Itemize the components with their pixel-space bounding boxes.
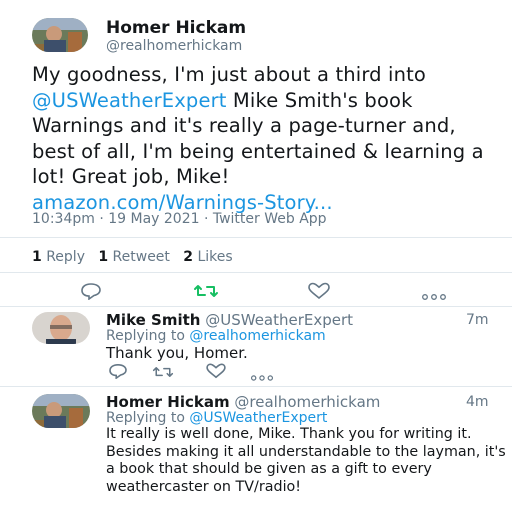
likes-label[interactable]: Likes [197, 249, 232, 265]
likes-count[interactable]: 2 [183, 249, 193, 265]
reply-1-replying-to: Replying to @realhomerhickam [106, 328, 326, 344]
divider-3 [0, 306, 512, 307]
reply-2-replying-handle[interactable]: @USWeatherExpert [189, 410, 327, 426]
avatar-reply-2[interactable] [32, 394, 90, 428]
main-tweet-mention[interactable]: @USWeatherExpert [32, 89, 227, 112]
reply-2-header: Homer Hickam @realhomerhickam [106, 393, 380, 411]
reply-1-text: Thank you, Homer. [106, 344, 248, 362]
reply-1-header: Mike Smith @USWeatherExpert [106, 311, 353, 329]
divider-2 [0, 272, 512, 273]
like-icon[interactable] [307, 282, 331, 304]
avatar-reply-1[interactable] [32, 312, 90, 344]
reply-2-text: It really is well done, Mike. Thank you … [106, 426, 506, 495]
reply-1-author-handle[interactable]: @USWeatherExpert [205, 311, 353, 329]
avatar-main[interactable] [32, 18, 88, 52]
reply-count[interactable]: 1 [32, 249, 42, 265]
main-tweet-text: My goodness, I'm just about a third into… [32, 62, 502, 215]
main-tweet-text-before: My goodness, I'm just about a third into [32, 63, 426, 86]
divider-4 [0, 386, 512, 387]
reply-1-more-icon[interactable] [250, 367, 274, 386]
reply-1-like-icon[interactable] [205, 363, 227, 383]
reply-1-author-name[interactable]: Mike Smith [106, 311, 200, 329]
main-author-handle[interactable]: @realhomerhickam [106, 38, 242, 54]
reply-1-replying-handle[interactable]: @realhomerhickam [189, 328, 325, 344]
reply-icon[interactable] [80, 282, 102, 304]
reply-2-time[interactable]: 4m [466, 394, 489, 410]
reply-2-replying-to: Replying to @USWeatherExpert [106, 410, 327, 426]
reply-1-replying-label: Replying to [106, 328, 185, 344]
more-icon[interactable] [421, 286, 447, 305]
main-author-name[interactable]: Homer Hickam [106, 18, 246, 38]
retweet-label[interactable]: Retweet [113, 249, 170, 265]
reply-1-retweet-icon[interactable] [152, 364, 174, 383]
reply-2-author-name[interactable]: Homer Hickam [106, 393, 230, 411]
reply-1-time[interactable]: 7m [466, 312, 489, 328]
reply-2-replying-label: Replying to [106, 410, 185, 426]
reply-label[interactable]: Reply [46, 249, 85, 265]
reply-1-reply-icon[interactable] [108, 363, 128, 383]
main-tweet-stats: 1 Reply 1 Retweet 2 Likes [32, 249, 233, 265]
divider-1 [0, 237, 512, 238]
retweet-icon[interactable] [193, 283, 219, 303]
reply-2-author-handle[interactable]: @realhomerhickam [234, 393, 380, 411]
retweet-count[interactable]: 1 [98, 249, 108, 265]
main-tweet-meta[interactable]: 10:34pm · 19 May 2021 · Twitter Web App [32, 211, 327, 227]
